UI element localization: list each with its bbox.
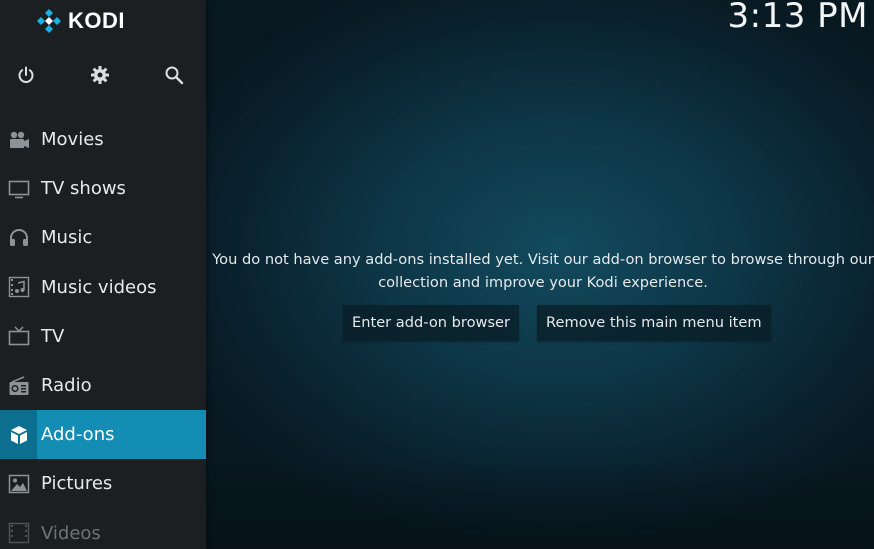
bottom-vignette xyxy=(206,459,874,549)
picture-icon xyxy=(0,459,37,508)
menu-item-radio[interactable]: Radio xyxy=(0,361,206,410)
sidebar: KODI Movies TV shows Music Music videos … xyxy=(0,0,206,549)
action-buttons: Enter add-on browser Remove this main me… xyxy=(343,305,771,341)
menu-item-music[interactable]: Music xyxy=(0,213,206,262)
kodi-logo-icon xyxy=(37,9,61,33)
search-icon[interactable] xyxy=(162,63,186,87)
menu-item-pictures[interactable]: Pictures xyxy=(0,459,206,508)
message-line-1: You do not have any add-ons installed ye… xyxy=(212,251,874,268)
menu-item-tv[interactable]: TV xyxy=(0,312,206,361)
menu-item-movies[interactable]: Movies xyxy=(0,115,206,164)
menu-item-label: Pictures xyxy=(41,473,113,495)
addon-box-icon xyxy=(0,410,37,460)
menu-item-label: Videos xyxy=(41,522,101,544)
main-menu: Movies TV shows Music Music videos TV Ra… xyxy=(0,115,206,549)
menu-item-label: Radio xyxy=(41,375,92,397)
menu-item-label: TV xyxy=(41,325,65,347)
monitor-icon xyxy=(0,164,37,213)
tv-icon xyxy=(0,312,37,361)
movie-camera-icon xyxy=(0,115,37,164)
clock: 3:13 PM xyxy=(727,0,868,36)
logo-text: KODI xyxy=(68,8,125,33)
kodi-logo: KODI xyxy=(36,7,125,35)
menu-item-music-videos[interactable]: Music videos xyxy=(0,263,206,312)
enter-addon-browser-button[interactable]: Enter add-on browser xyxy=(343,305,520,341)
power-icon[interactable] xyxy=(14,63,38,87)
menu-item-label: TV shows xyxy=(41,178,126,200)
gear-icon[interactable] xyxy=(88,63,112,87)
kodi-home-screen: KODI Movies TV shows Music Music videos … xyxy=(0,0,874,549)
headphones-icon xyxy=(0,213,37,262)
remove-menu-item-button[interactable]: Remove this main menu item xyxy=(537,305,771,341)
menu-item-videos[interactable]: Videos xyxy=(0,509,206,549)
message-line-2: collection and improve your Kodi experie… xyxy=(378,274,708,291)
menu-item-tv-shows[interactable]: TV shows xyxy=(0,164,206,213)
music-video-icon xyxy=(0,263,37,312)
menu-item-add-ons[interactable]: Add-ons xyxy=(0,410,206,460)
menu-item-label: Music videos xyxy=(41,276,157,298)
no-addons-message: You do not have any add-ons installed ye… xyxy=(212,248,874,294)
top-icon-bar xyxy=(0,60,206,90)
menu-item-label: Movies xyxy=(41,129,104,151)
film-icon xyxy=(0,509,37,549)
radio-icon xyxy=(0,361,37,410)
menu-item-label: Music xyxy=(41,227,93,249)
menu-item-label: Add-ons xyxy=(41,424,115,446)
